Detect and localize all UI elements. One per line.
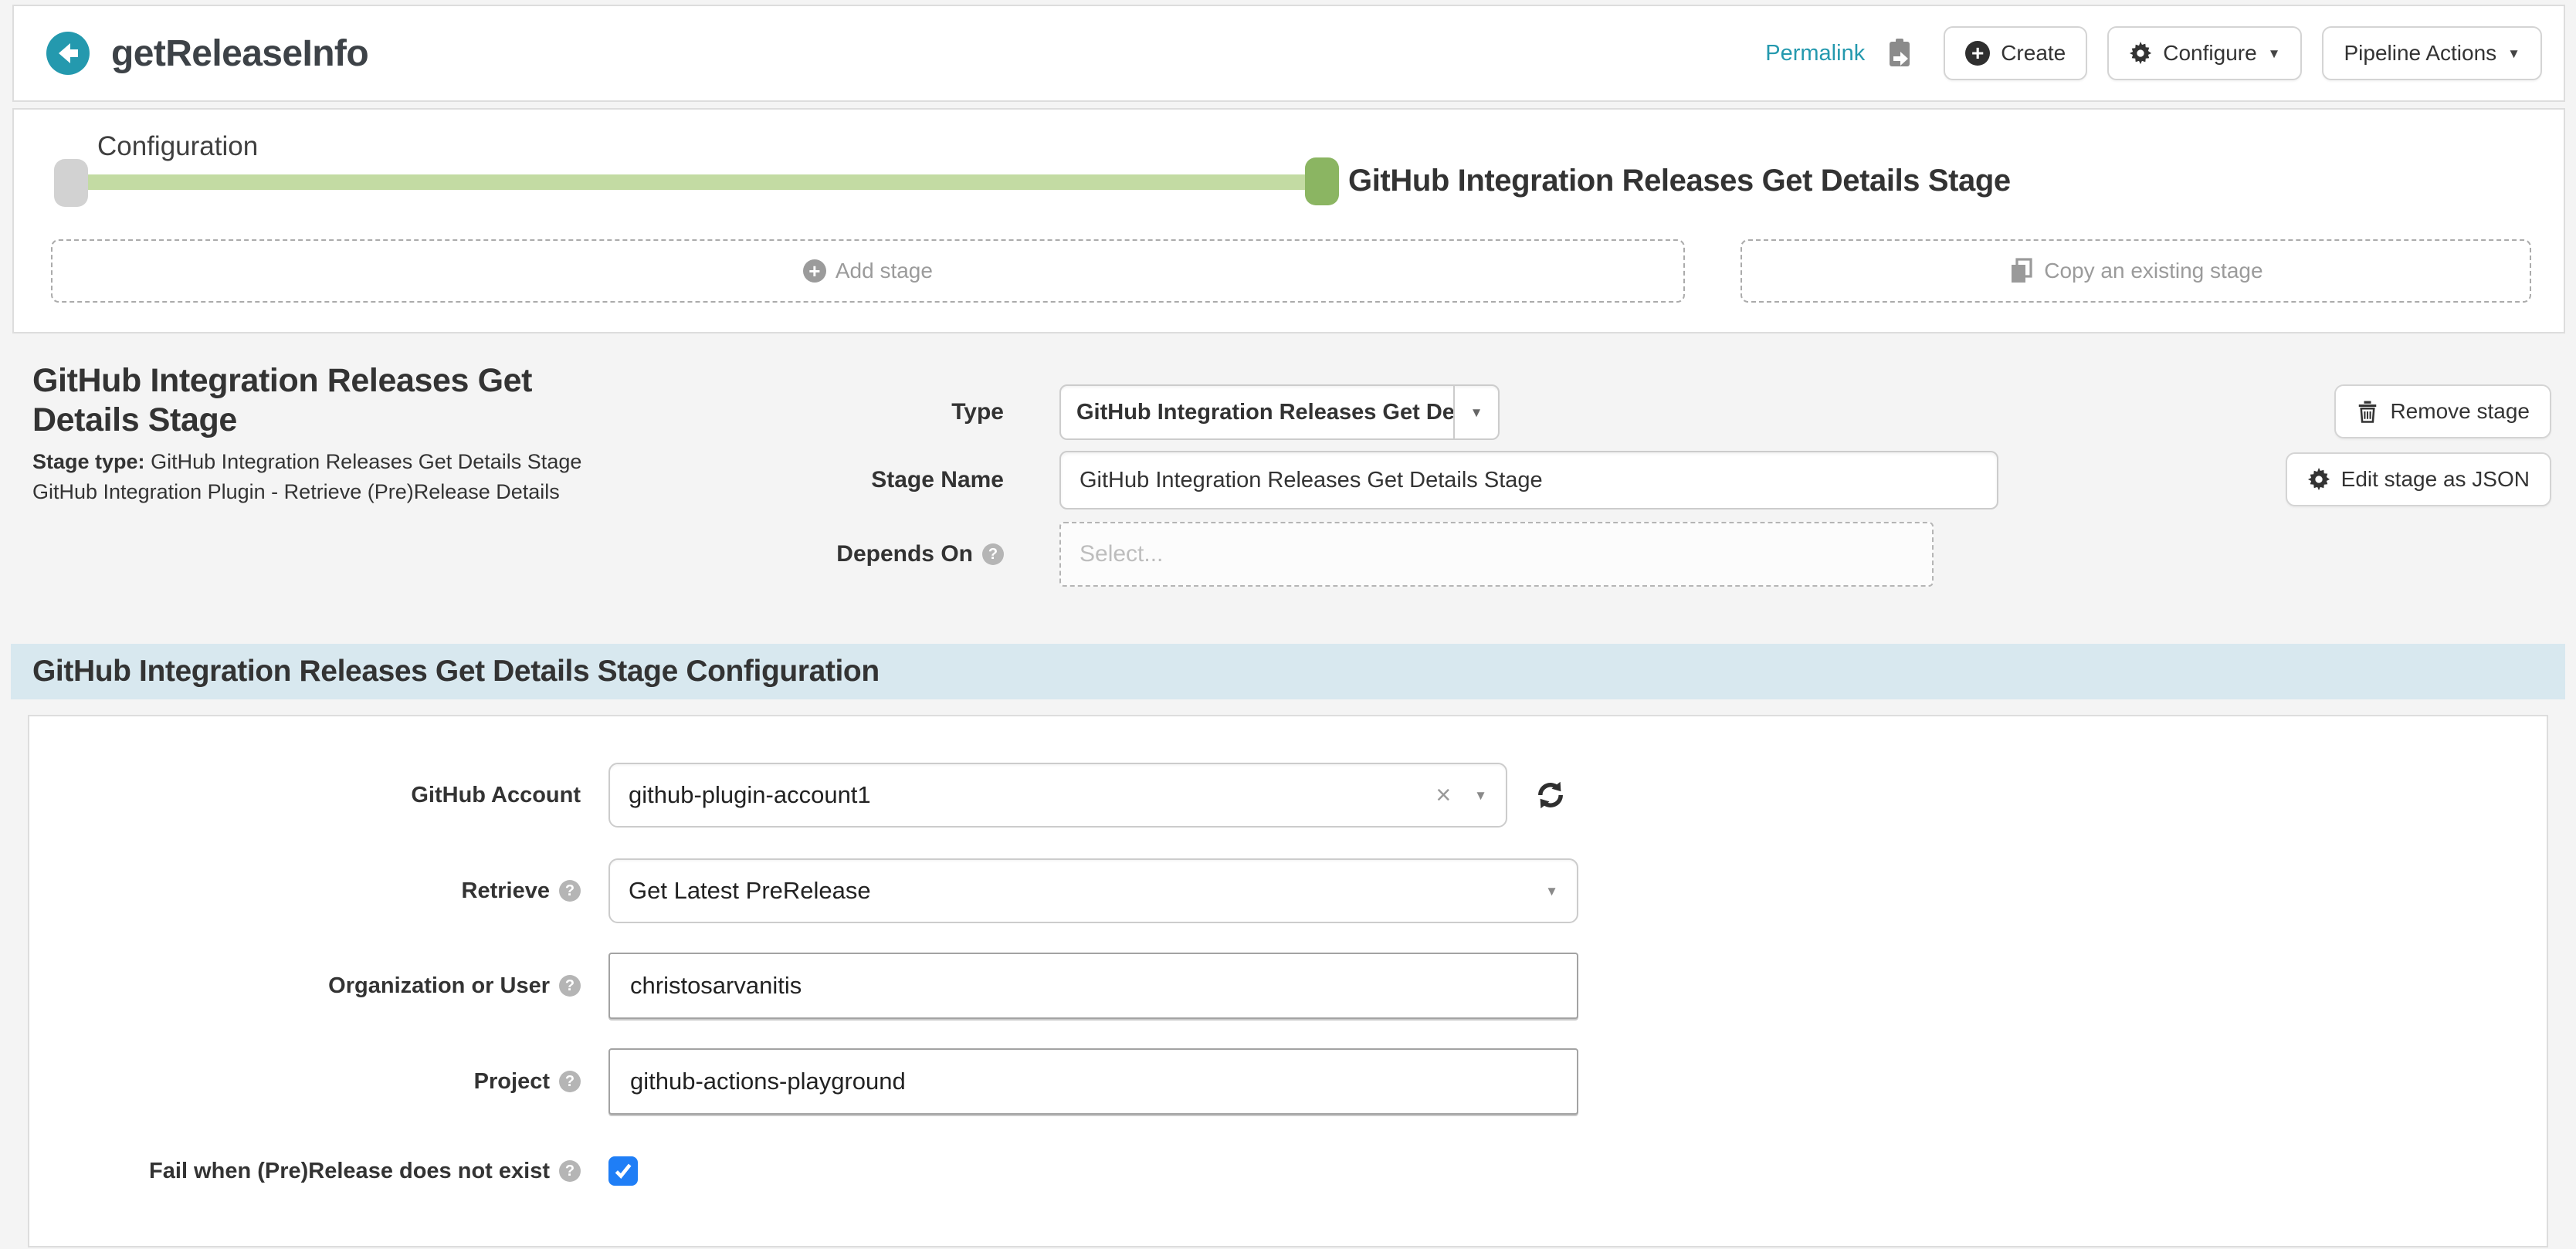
gear-icon bbox=[2129, 42, 2152, 65]
help-icon[interactable]: ? bbox=[559, 1160, 581, 1182]
create-button[interactable]: + Create bbox=[1944, 26, 2087, 80]
fail-checkbox-label: Fail when (Pre)Release does not exist ? bbox=[29, 1159, 581, 1184]
chevron-down-icon[interactable]: ▼ bbox=[1453, 386, 1498, 438]
add-stage-button[interactable]: + Add stage bbox=[51, 239, 1685, 303]
github-account-label: GitHub Account bbox=[29, 783, 581, 808]
pipeline-graph-panel: Configuration GitHub Integration Release… bbox=[12, 108, 2565, 333]
trash-icon bbox=[2356, 399, 2379, 424]
permalink-link[interactable]: Permalink bbox=[1765, 41, 1865, 66]
pipeline-actions-button[interactable]: Pipeline Actions ▼ bbox=[2322, 26, 2542, 80]
graph-node-configuration[interactable] bbox=[54, 159, 88, 207]
copy-icon bbox=[2008, 257, 2035, 285]
pipeline-config-page: getReleaseInfo Permalink + Create bbox=[0, 0, 2576, 1249]
configure-button[interactable]: Configure ▼ bbox=[2107, 26, 2302, 80]
type-label: Type bbox=[0, 384, 1004, 440]
retrieve-select[interactable]: Get Latest PreRelease ▼ bbox=[608, 858, 1578, 923]
graph-node-stage[interactable] bbox=[1305, 157, 1339, 205]
edit-stage-json-button[interactable]: Edit stage as JSON bbox=[2286, 452, 2551, 506]
page-title: getReleaseInfo bbox=[111, 32, 368, 75]
gear-icon bbox=[2307, 468, 2330, 491]
help-icon[interactable]: ? bbox=[559, 880, 581, 902]
plus-icon: + bbox=[803, 259, 826, 283]
project-label: Project ? bbox=[29, 1069, 581, 1095]
copy-existing-stage-button[interactable]: Copy an existing stage bbox=[1740, 239, 2531, 303]
retrieve-label: Retrieve ? bbox=[29, 878, 581, 904]
help-icon[interactable]: ? bbox=[559, 1071, 581, 1092]
graph-stage-label[interactable]: GitHub Integration Releases Get Details … bbox=[1348, 164, 2011, 198]
stage-editor-section: GitHub Integration Releases Get Details … bbox=[0, 333, 2576, 644]
stage-name-label: Stage Name bbox=[0, 451, 1004, 509]
project-input[interactable] bbox=[608, 1048, 1578, 1115]
organization-input[interactable] bbox=[608, 953, 1578, 1019]
graph-configuration-label[interactable]: Configuration bbox=[97, 131, 258, 162]
fail-checkbox[interactable] bbox=[608, 1156, 638, 1186]
plus-icon: + bbox=[1965, 41, 1990, 66]
stage-type-select[interactable]: GitHub Integration Releases Get Det… ▼ bbox=[1059, 384, 1500, 440]
stage-config-panel: GitHub Account github-plugin-account1 × … bbox=[28, 715, 2548, 1247]
clear-icon[interactable]: × bbox=[1435, 782, 1451, 808]
clipboard-icon[interactable] bbox=[1885, 37, 1914, 69]
github-account-select[interactable]: github-plugin-account1 × ▼ bbox=[608, 763, 1507, 828]
depends-on-label: Depends On ? bbox=[0, 522, 1004, 587]
chevron-down-icon[interactable]: ▼ bbox=[1474, 789, 1487, 802]
check-icon bbox=[613, 1161, 633, 1181]
header-bar: getReleaseInfo Permalink + Create bbox=[12, 5, 2565, 102]
stage-config-section-header: GitHub Integration Releases Get Details … bbox=[11, 644, 2565, 699]
depends-on-select[interactable]: Select... bbox=[1059, 522, 1934, 587]
help-icon[interactable]: ? bbox=[559, 975, 581, 997]
remove-stage-button[interactable]: Remove stage bbox=[2334, 384, 2551, 438]
stage-name-input[interactable] bbox=[1059, 451, 1998, 509]
chevron-down-icon: ▼ bbox=[2507, 47, 2520, 60]
help-icon[interactable]: ? bbox=[982, 543, 1004, 565]
chevron-down-icon[interactable]: ▼ bbox=[1545, 885, 1558, 898]
refresh-icon[interactable] bbox=[1534, 778, 1568, 812]
chevron-down-icon: ▼ bbox=[2268, 47, 2281, 60]
graph-edge bbox=[76, 174, 1314, 190]
back-icon[interactable] bbox=[45, 30, 91, 76]
organization-label: Organization or User ? bbox=[29, 973, 581, 999]
